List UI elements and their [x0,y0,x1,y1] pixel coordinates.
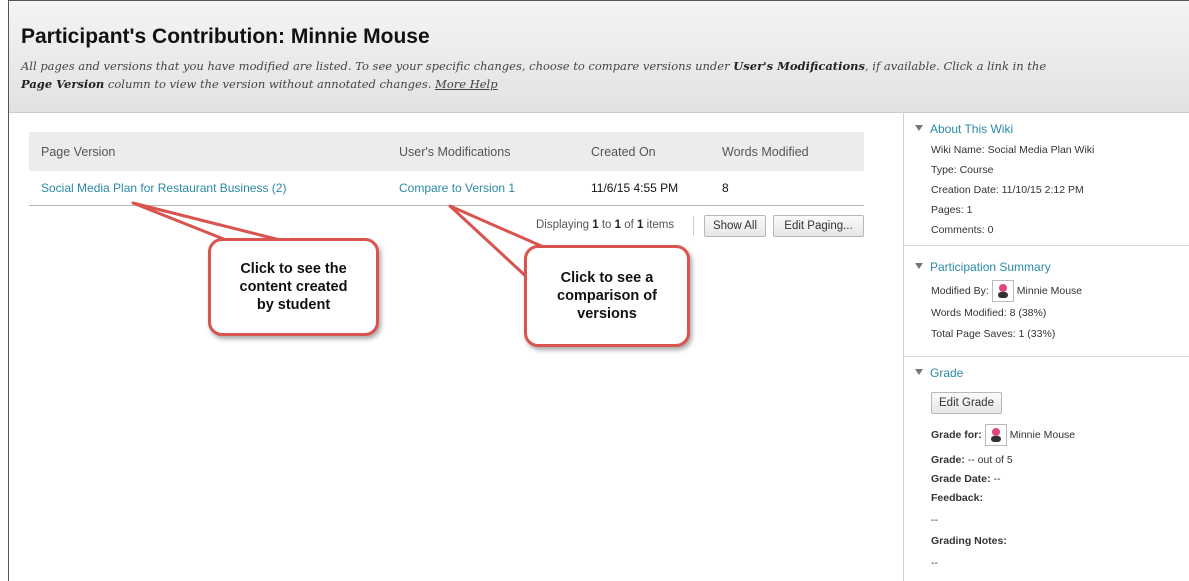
grade-date: Grade Date: -- [931,473,1001,485]
callout-content-created: Click to see the content created by stud… [208,238,379,336]
wiki-pages: Pages: 1 [931,204,973,216]
wiki-comments: Comments: 0 [931,224,994,236]
grade-value: Grade: -- out of 5 [931,454,1013,466]
words-modified-summary: Words Modified: 8 (38%) [931,307,1047,319]
page-saves-summary: Total Page Saves: 1 (33%) [931,328,1056,340]
feedback-label: Feedback: [931,492,983,504]
left-callout-pointer [131,201,282,242]
grade-section: Grade Edit Grade Grade for: Minnie Mouse … [904,357,1189,581]
avatar [984,424,1007,446]
collapse-triangle-icon [915,369,923,375]
wiki-name: Wiki Name: Social Media Plan Wiki [931,144,1095,156]
collapse-triangle-icon [915,125,923,131]
grading-notes-value: -- [931,557,938,569]
wiki-creation-date: Creation Date: 11/10/15 2:12 PM [931,184,1084,196]
avatar [991,280,1014,302]
modified-by: Modified By: Minnie Mouse [931,280,1082,302]
participation-summary-toggle[interactable]: Participation Summary [915,260,1051,274]
grade-for: Grade for: Minnie Mouse [931,424,1075,446]
callout-text: Click to see a comparison of versions [557,270,657,322]
participation-summary-section: Participation Summary Modified By: Minnie… [904,246,1189,357]
callout-compare-versions: Click to see a comparison of versions [524,245,690,347]
about-wiki-toggle[interactable]: About This Wiki [915,122,1013,136]
edit-grade-button[interactable]: Edit Grade [931,392,1002,414]
sidebar: About This Wiki Wiki Name: Social Media … [903,112,1189,581]
feedback-value: -- [931,514,938,526]
grade-toggle[interactable]: Grade [915,366,963,380]
collapse-triangle-icon [915,263,923,269]
grading-notes-label: Grading Notes: [931,535,1007,547]
callout-text: Click to see the content created by stud… [239,261,348,313]
about-wiki-section: About This Wiki Wiki Name: Social Media … [904,112,1189,246]
wiki-type: Type: Course [931,164,994,176]
